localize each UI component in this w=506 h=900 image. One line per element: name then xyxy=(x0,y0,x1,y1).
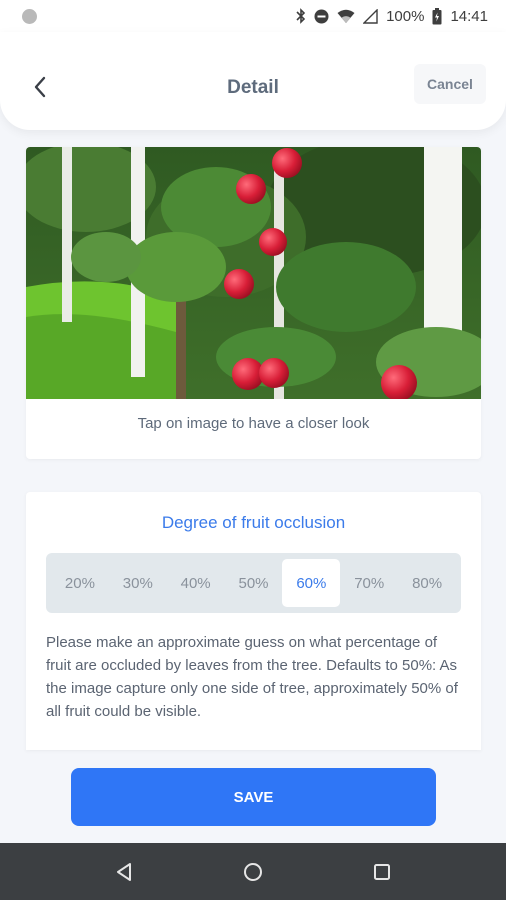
status-icons: 100% 14:41 xyxy=(296,7,488,25)
image-card: Tap on image to have a closer look xyxy=(26,147,481,459)
nav-back-icon xyxy=(117,862,132,881)
image-hint: Tap on image to have a closer look xyxy=(137,415,370,432)
header: Detail Cancel xyxy=(0,32,506,130)
battery-percentage: 100% xyxy=(386,7,425,25)
clock: 14:41 xyxy=(450,7,488,25)
nav-recents-button[interactable] xyxy=(362,852,402,892)
occlusion-option-20[interactable]: 20% xyxy=(51,559,109,607)
system-nav-bar xyxy=(0,843,506,900)
wifi-icon xyxy=(337,9,355,24)
orchard-photo[interactable] xyxy=(26,147,481,399)
status-bar: 100% 14:41 xyxy=(0,0,506,32)
occlusion-option-80[interactable]: 80% xyxy=(398,559,456,607)
signal-icon xyxy=(363,8,378,24)
occlusion-option-50[interactable]: 50% xyxy=(225,559,283,607)
nav-back-button[interactable] xyxy=(104,852,144,892)
notification-dot-icon xyxy=(22,8,37,24)
occlusion-card: Degree of fruit occlusion 20% 30% 40% 50… xyxy=(26,492,481,750)
battery-icon xyxy=(432,7,442,25)
bluetooth-icon xyxy=(296,8,306,24)
save-button[interactable]: SAVE xyxy=(71,768,436,826)
nav-recents-icon xyxy=(373,863,390,880)
occlusion-title: Degree of fruit occlusion xyxy=(161,513,346,532)
nav-home-icon xyxy=(243,862,262,881)
nav-home-button[interactable] xyxy=(233,852,273,892)
occlusion-option-30[interactable]: 30% xyxy=(109,559,167,607)
cancel-button[interactable]: Cancel xyxy=(414,64,486,104)
occlusion-option-40[interactable]: 40% xyxy=(167,559,225,607)
occlusion-segmented-control: 20% 30% 40% 50% 60% 70% 80% xyxy=(46,553,461,613)
occlusion-description: Please make an approximate guess on what… xyxy=(46,634,458,720)
occlusion-option-70[interactable]: 70% xyxy=(340,559,398,607)
do-not-disturb-icon xyxy=(314,9,329,24)
occlusion-option-60[interactable]: 60% xyxy=(282,559,341,607)
